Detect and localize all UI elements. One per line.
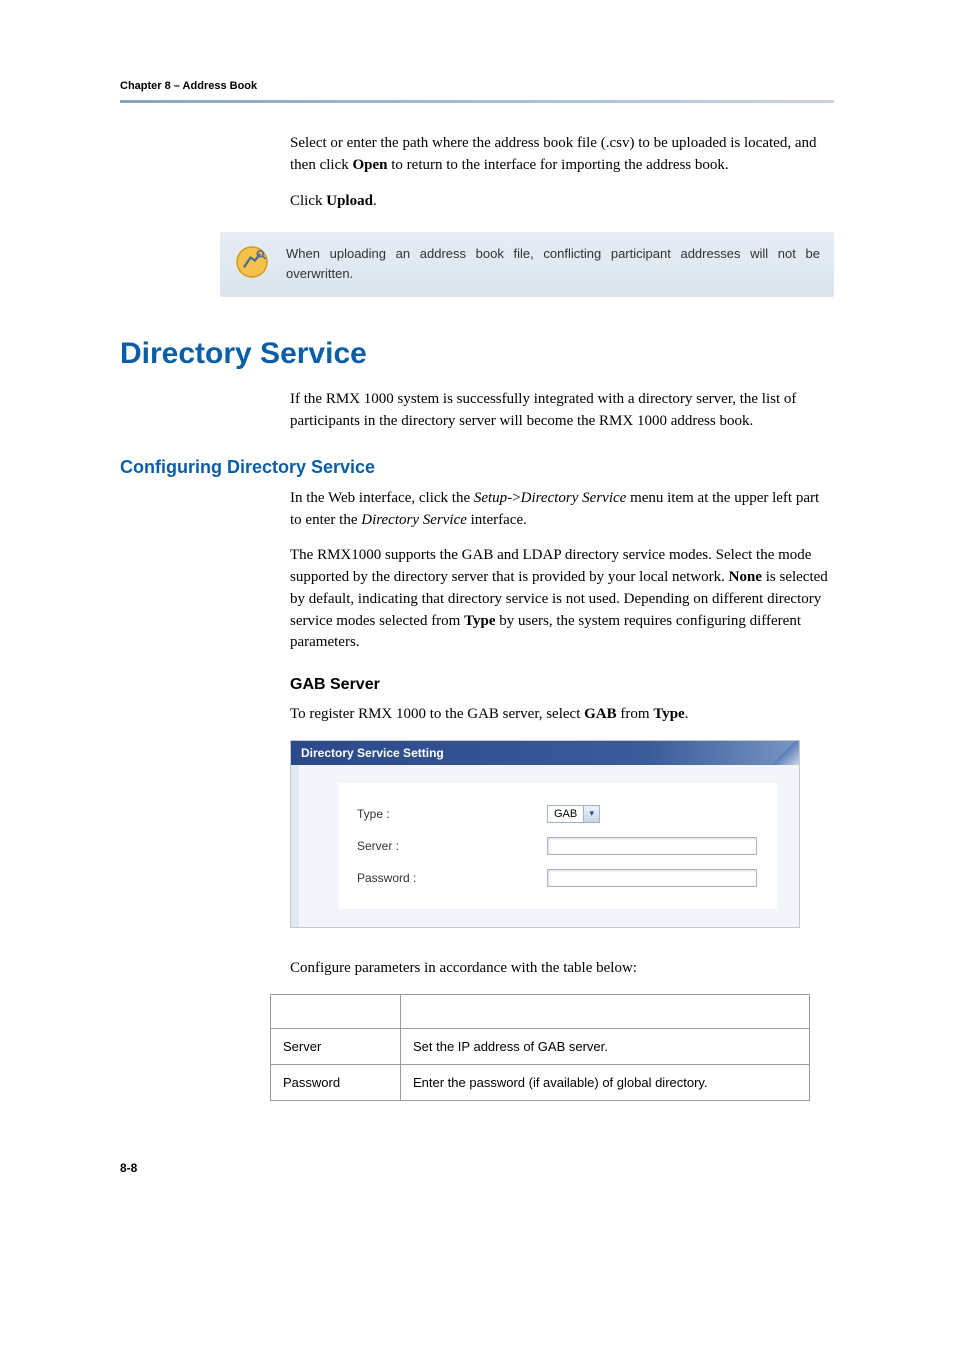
chapter-header: Chapter 8 – Address Book [120,80,834,92]
h3-gab-server: GAB Server [290,676,834,694]
th-param [271,994,401,1028]
text: Click [290,193,326,209]
row-password: Password : [357,869,759,887]
screenshot-titlebar: Directory Service Setting [291,741,799,765]
type-bold-2: Type [653,706,684,722]
ds-intro: If the RMX 1000 system is successfully i… [290,389,834,433]
upload-bold: Upload [326,193,373,209]
cfg-para-1: In the Web interface, click the Setup->D… [290,488,834,532]
td-param: Server [271,1028,401,1064]
text: In the Web interface, click the [290,490,474,506]
label-password: Password : [357,871,547,885]
row-type: Type : GAB ▾ [357,805,759,823]
subsection-configuring: Configuring Directory Service [120,457,834,478]
type-select[interactable]: GAB ▾ [547,805,600,823]
note-text: When uploading an address book file, con… [286,244,820,285]
open-bold: Open [352,157,387,173]
td-desc: Enter the password (if available) of glo… [401,1064,810,1100]
note-box: When uploading an address book file, con… [220,232,834,297]
note-icon [234,244,274,285]
label-type: Type : [357,807,547,821]
header-rule [120,100,834,103]
screenshot-inner: Type : GAB ▾ Server : Password : [339,783,777,909]
screenshot-body: Type : GAB ▾ Server : Password : [291,765,799,927]
text: . [685,706,689,722]
chevron-down-icon[interactable]: ▾ [583,806,599,822]
text: To register RMX 1000 to the GAB server, … [290,706,584,722]
text: to return to the interface for importing… [388,157,729,173]
table-header-row [271,994,810,1028]
none-bold: None [729,569,762,585]
server-input[interactable] [547,837,757,855]
text: . [373,193,377,209]
gab-para: To register RMX 1000 to the GAB server, … [290,704,834,726]
page-number: 8-8 [120,1161,834,1175]
screenshot-directory-service-setting: Directory Service Setting Type : GAB ▾ S… [290,740,800,928]
th-desc [401,994,810,1028]
section-title-directory-service: Directory Service [120,337,834,371]
text: -> [507,490,520,506]
table-row: Password Enter the password (if availabl… [271,1064,810,1100]
text: from [617,706,654,722]
td-param: Password [271,1064,401,1100]
italic-ds: Directory Service [521,490,627,506]
cfg-para-2: The RMX1000 supports the GAB and LDAP di… [290,545,834,654]
type-bold: Type [464,613,495,629]
label-server: Server : [357,839,547,853]
type-select-value: GAB [548,808,583,820]
param-table: Server Set the IP address of GAB server.… [270,994,810,1101]
password-input[interactable] [547,869,757,887]
td-desc: Set the IP address of GAB server. [401,1028,810,1064]
gab-bold: GAB [584,706,617,722]
intro-para-2: Click Upload. [290,191,834,213]
intro-para-1: Select or enter the path where the addre… [290,133,834,177]
table-intro: Configure parameters in accordance with … [290,958,834,980]
italic-setup: Setup [474,490,507,506]
table-row: Server Set the IP address of GAB server. [271,1028,810,1064]
row-server: Server : [357,837,759,855]
text: interface. [467,512,527,528]
italic-ds2: Directory Service [361,512,467,528]
